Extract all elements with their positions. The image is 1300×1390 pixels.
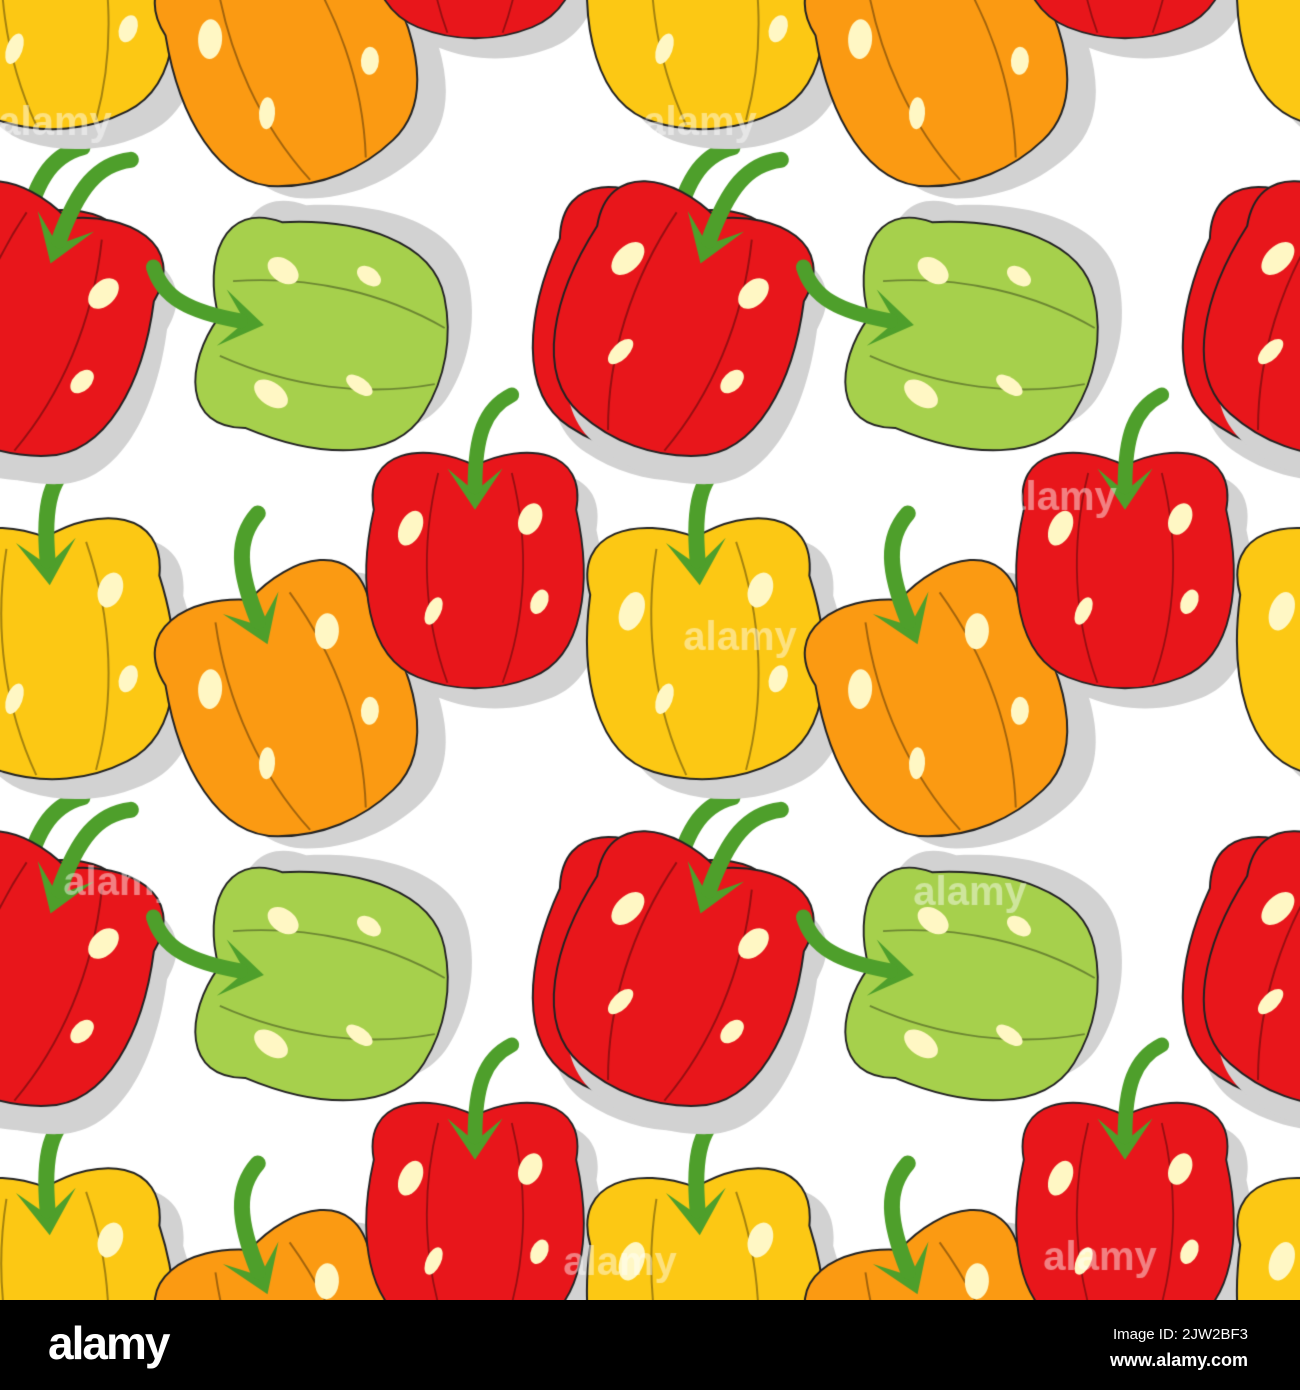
alamy-logo[interactable]: alamy (48, 1316, 170, 1370)
bell-pepper-pattern (0, 0, 1300, 1300)
stock-image: alamy Image ID: 2JW2BF3 www.alamy.com (0, 0, 1300, 1390)
website-link[interactable]: www.alamy.com (1110, 1350, 1248, 1371)
image-id-label: Image ID: 2JW2BF3 (1112, 1326, 1248, 1343)
watermark-footer: alamy Image ID: 2JW2BF3 www.alamy.com (0, 1300, 1300, 1390)
